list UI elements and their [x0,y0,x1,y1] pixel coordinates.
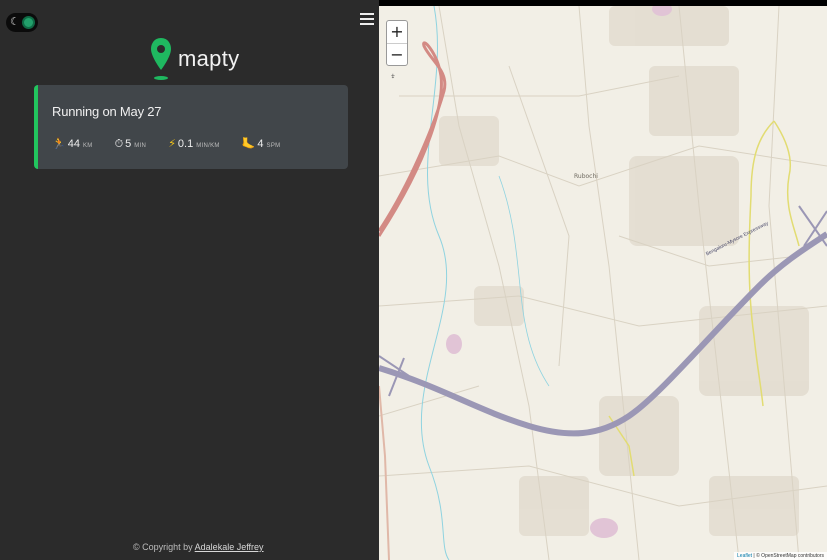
compass-icon: ⍖ [390,71,396,82]
app-name: mapty [178,46,240,71]
stat-pace: ⚡ 0.1 min/km [168,137,220,151]
stat-value: 4 [257,138,264,150]
stat-distance: 🏃 44 km [52,137,93,151]
zoom-control: + − [386,20,408,66]
theme-toggle[interactable]: ☾ [6,13,38,32]
copyright-prefix: © Copyright by [133,542,195,552]
zoom-out-button[interactable]: − [387,43,407,65]
stopwatch-icon: ⏱ [114,137,124,150]
hamburger-menu-icon[interactable] [360,13,374,27]
app-logo: mapty [150,36,239,82]
runner-icon: 🏃 [52,137,66,150]
stat-unit: min [134,143,147,149]
stat-cadence: 🦶 4 spm [242,137,281,151]
toggle-knob [22,16,35,29]
footprint-icon: 🦶 [241,137,256,150]
map-tiles [379,6,827,560]
stat-unit: min/km [196,143,220,149]
stat-unit: km [82,143,93,149]
stat-duration: ⏱ 5 min [115,137,147,151]
lightning-icon: ⚡ [168,137,176,150]
author-link[interactable]: Adalekale Jeffrey [195,542,264,552]
map[interactable]: Rubochi Bengaluru-Mysore Expressway Leaf… [379,6,827,560]
leaflet-link[interactable]: Leaflet [737,553,752,559]
sidebar: ☾ mapty Running on May 27 🏃 44 km ⏱ 5 mi… [0,0,379,560]
stat-unit: spm [266,143,281,149]
workout-stats: 🏃 44 km ⏱ 5 min ⚡ 0.1 min/km 🦶 4 spm [52,137,302,151]
zoom-in-button[interactable]: + [387,21,407,43]
attribution-text: | © OpenStreetMap contributors [752,553,824,559]
stat-value: 5 [125,138,132,150]
stat-value: 0.1 [177,138,194,150]
moon-icon: ☾ [10,15,20,28]
map-attribution: Leaflet | © OpenStreetMap contributors [734,552,827,560]
place-label: Rubochi [574,173,598,180]
workout-card[interactable]: Running on May 27 🏃 44 km ⏱ 5 min ⚡ 0.1 … [34,85,348,169]
stat-value: 44 [67,138,80,150]
copyright: © Copyright by Adalekale Jeffrey [133,542,264,552]
workout-title: Running on May 27 [52,104,162,119]
map-pin-icon [151,38,171,80]
